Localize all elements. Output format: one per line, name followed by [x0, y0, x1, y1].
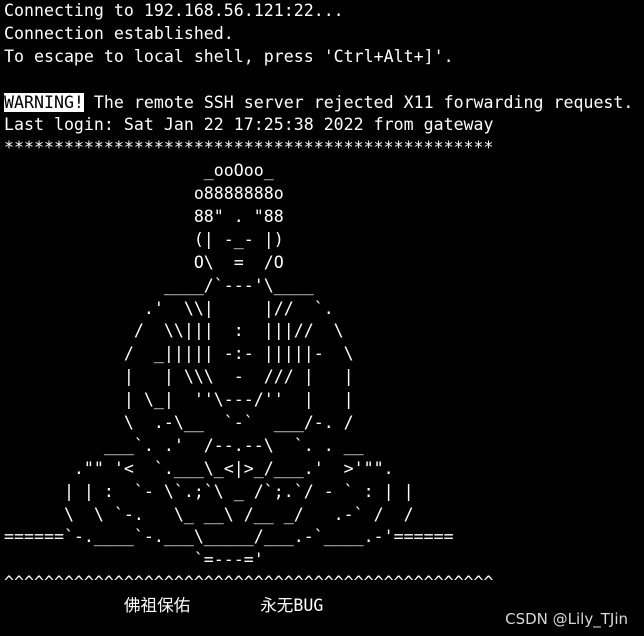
ascii-art-line: ____/`---'\____ [4, 275, 314, 295]
ascii-art-line: ."" '< `.___\_<|>_/___.' >'"". [4, 458, 394, 478]
ascii-art-line: 88" . "88 [4, 207, 284, 227]
ascii-art-line: ======`-.____`-.___\_____/___.-`____.-'=… [4, 527, 454, 547]
ascii-art-line: _ooOoo_ [4, 161, 274, 181]
watermark: CSDN @Lily_TJin [505, 610, 628, 628]
ascii-art-line: / _||||| -:- |||||- \ [4, 344, 354, 364]
ascii-art-line: | | : `- \`.;`\ _ /`;.`/ - ` : | | [4, 481, 414, 501]
terminal-line-last-login: Last login: Sat Jan 22 17:25:38 2022 fro… [4, 115, 494, 135]
ascii-art-line: \ \ `-. \_ __\ /__ _/ .-` / / [4, 504, 414, 524]
ascii-art-line: / \\||| : |||// \ [4, 321, 344, 341]
banner-separator-bottom: ^^^^^^^^^^^^^^^^^^^^^^^^^^^^^^^^^^^^^^^^… [4, 573, 494, 593]
warning-message: The remote SSH server rejected X11 forwa… [83, 92, 634, 112]
ascii-art-line: | | \\\ - /// | | [4, 367, 354, 387]
terminal-line-escape-hint: To escape to local shell, press 'Ctrl+Al… [4, 46, 454, 66]
terminal-line-connection-established: Connection established. [4, 23, 234, 43]
warning-label: WARNING! [4, 92, 84, 112]
ascii-art-line: o8888888o [4, 184, 284, 204]
ascii-art-line: ___`. .' /--.--\ `. . __ [4, 435, 364, 455]
ascii-art-line: | \_| ''\---/'' | | [4, 390, 354, 410]
terminal-window[interactable]: Connecting to 192.168.56.121:22... Conne… [4, 0, 644, 636]
ascii-art-line: (| -_- |) [4, 229, 284, 249]
terminal-line-warning: WARNING! The remote SSH server rejected … [4, 92, 644, 115]
ascii-art-line: `=---=' [4, 550, 264, 570]
terminal-line-connecting: Connecting to 192.168.56.121:22... [4, 1, 344, 20]
banner-separator-top: ****************************************… [4, 138, 494, 158]
ascii-art-line: .' \\| |// `. [4, 298, 334, 318]
ascii-art-line: O\ = /O [4, 252, 284, 272]
ascii-art-line: \ .-\__ `-` ___/-. / [4, 413, 354, 433]
